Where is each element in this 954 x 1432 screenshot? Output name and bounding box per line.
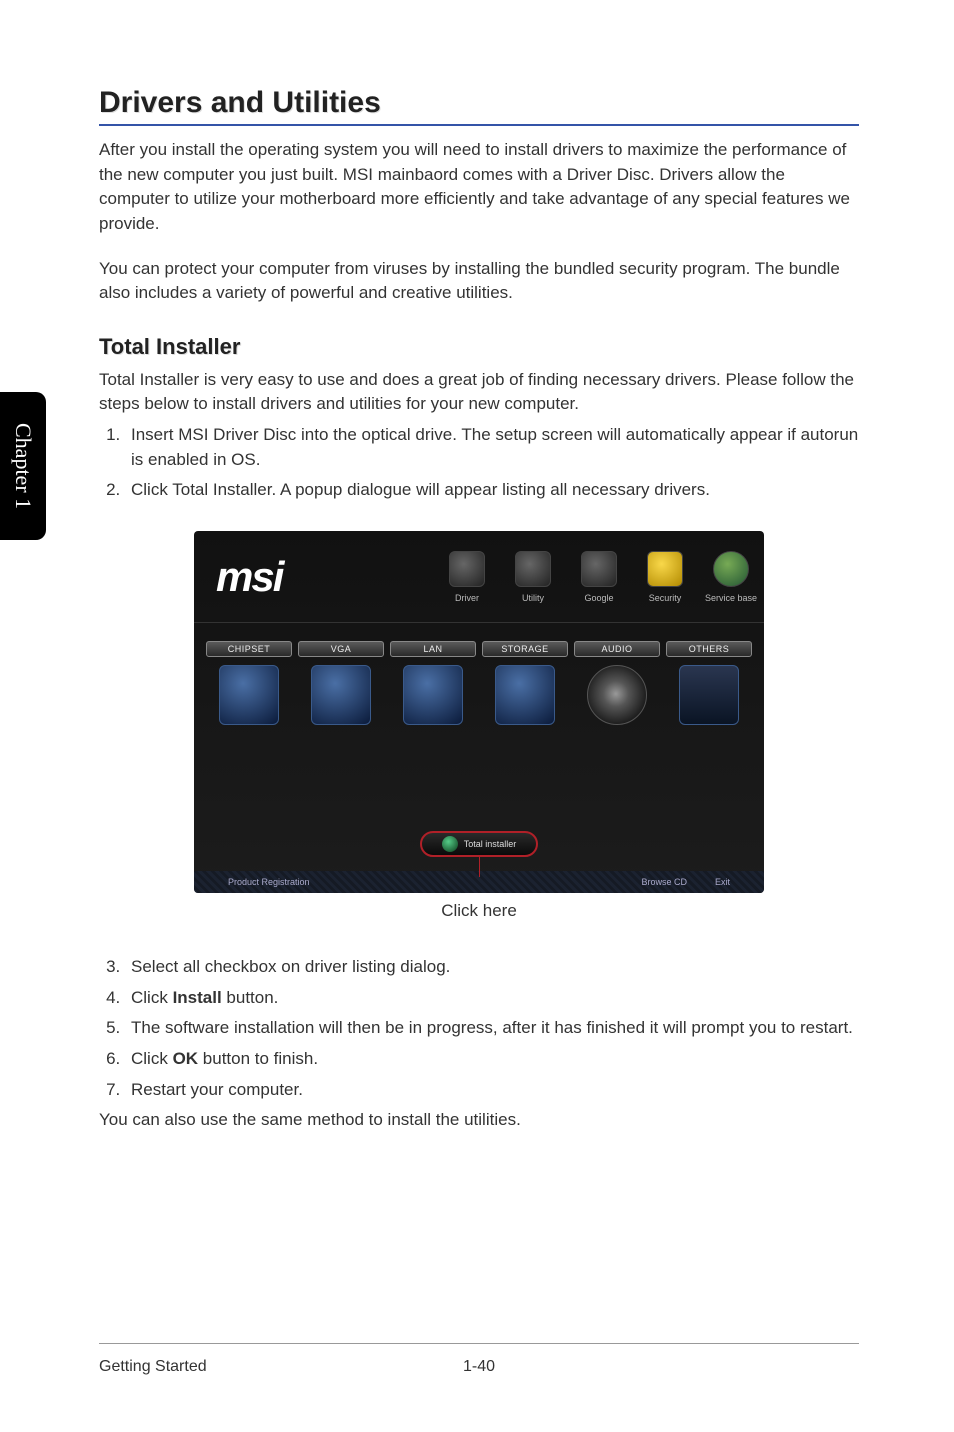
gear-icon — [449, 551, 485, 587]
step-item: Click Total Installer. A popup dialogue … — [125, 478, 859, 503]
chapter-tab-label: Chapter 1 — [10, 423, 36, 509]
closing-paragraph: You can also use the same method to inst… — [99, 1108, 859, 1133]
intro-paragraph-1: After you install the operating system y… — [99, 138, 859, 237]
category-label: VGA — [298, 641, 384, 657]
product-registration-link[interactable]: Product Registration — [228, 877, 310, 887]
topnav-label: Security — [632, 593, 698, 603]
msi-logo: msi — [216, 553, 282, 601]
installer-topnav: Driver Utility Google Security Service b… — [434, 551, 764, 603]
browse-cd-link[interactable]: Browse CD — [641, 877, 687, 887]
step-text: button to finish. — [198, 1049, 318, 1068]
page-content: Drivers and Utilities After you install … — [99, 86, 859, 1133]
category-label: OTHERS — [666, 641, 752, 657]
topnav-driver[interactable]: Driver — [434, 551, 500, 603]
topnav-utility[interactable]: Utility — [500, 551, 566, 603]
category-storage[interactable]: STORAGE — [482, 641, 568, 725]
topnav-security[interactable]: Security — [632, 551, 698, 603]
topnav-label: Utility — [500, 593, 566, 603]
total-installer-button[interactable]: Total installer — [420, 831, 538, 857]
globe-icon — [403, 665, 463, 725]
step-text: Click — [131, 1049, 173, 1068]
section-title: Drivers and Utilities — [99, 86, 859, 126]
installer-topbar: msi Driver Utility Google Security — [194, 531, 764, 623]
page-footer: Getting Started 1-40 — [99, 1343, 859, 1376]
category-vga[interactable]: VGA — [298, 641, 384, 725]
category-audio[interactable]: AUDIO — [574, 641, 660, 725]
category-lan[interactable]: LAN — [390, 641, 476, 725]
category-chipset[interactable]: CHIPSET — [206, 641, 292, 725]
installer-screenshot: msi Driver Utility Google Security — [194, 531, 764, 893]
category-label: CHIPSET — [206, 641, 292, 657]
step-bold: Install — [173, 988, 222, 1007]
exit-link[interactable]: Exit — [715, 877, 730, 887]
vga-icon — [311, 665, 371, 725]
footer-page-number: 1-40 — [463, 1358, 495, 1376]
norton-icon — [647, 551, 683, 587]
subsection-intro: Total Installer is very easy to use and … — [99, 368, 859, 417]
chapter-tab: Chapter 1 — [0, 392, 46, 540]
step-item: Restart your computer. — [125, 1078, 859, 1103]
steps-list-2: Select all checkbox on driver listing di… — [99, 955, 859, 1102]
briefcase-icon — [679, 665, 739, 725]
handshake-icon — [713, 551, 749, 587]
subsection-title: Total Installer — [99, 334, 859, 360]
step-item: The software installation will then be i… — [125, 1016, 859, 1041]
topnav-service[interactable]: Service base — [698, 551, 764, 603]
wrench-icon — [515, 551, 551, 587]
step-item: Select all checkbox on driver listing di… — [125, 955, 859, 980]
step-item: Insert MSI Driver Disc into the optical … — [125, 423, 859, 472]
steps-list-1: Insert MSI Driver Disc into the optical … — [99, 423, 859, 503]
category-label: LAN — [390, 641, 476, 657]
installer-categories: CHIPSET VGA LAN STORAGE AUDIO OTHERS — [194, 623, 764, 725]
step-item: Click OK button to finish. — [125, 1047, 859, 1072]
click-here-caption: Click here — [99, 901, 859, 921]
category-label: STORAGE — [482, 641, 568, 657]
intro-paragraph-2: You can protect your computer from virus… — [99, 257, 859, 306]
disc-icon — [442, 836, 458, 852]
topnav-label: Service base — [698, 593, 764, 603]
callout-line — [479, 857, 480, 877]
step-item: Click Install button. — [125, 986, 859, 1011]
storage-icon — [495, 665, 555, 725]
chipset-icon — [219, 665, 279, 725]
topnav-google[interactable]: Google — [566, 551, 632, 603]
total-installer-label: Total installer — [464, 839, 517, 849]
google-icon — [581, 551, 617, 587]
category-others[interactable]: OTHERS — [666, 641, 752, 725]
step-bold: OK — [173, 1049, 199, 1068]
category-label: AUDIO — [574, 641, 660, 657]
topnav-label: Driver — [434, 593, 500, 603]
step-text: Click — [131, 988, 173, 1007]
step-text: button. — [222, 988, 279, 1007]
speaker-icon — [587, 665, 647, 725]
topnav-label: Google — [566, 593, 632, 603]
footer-section: Getting Started — [99, 1358, 207, 1376]
